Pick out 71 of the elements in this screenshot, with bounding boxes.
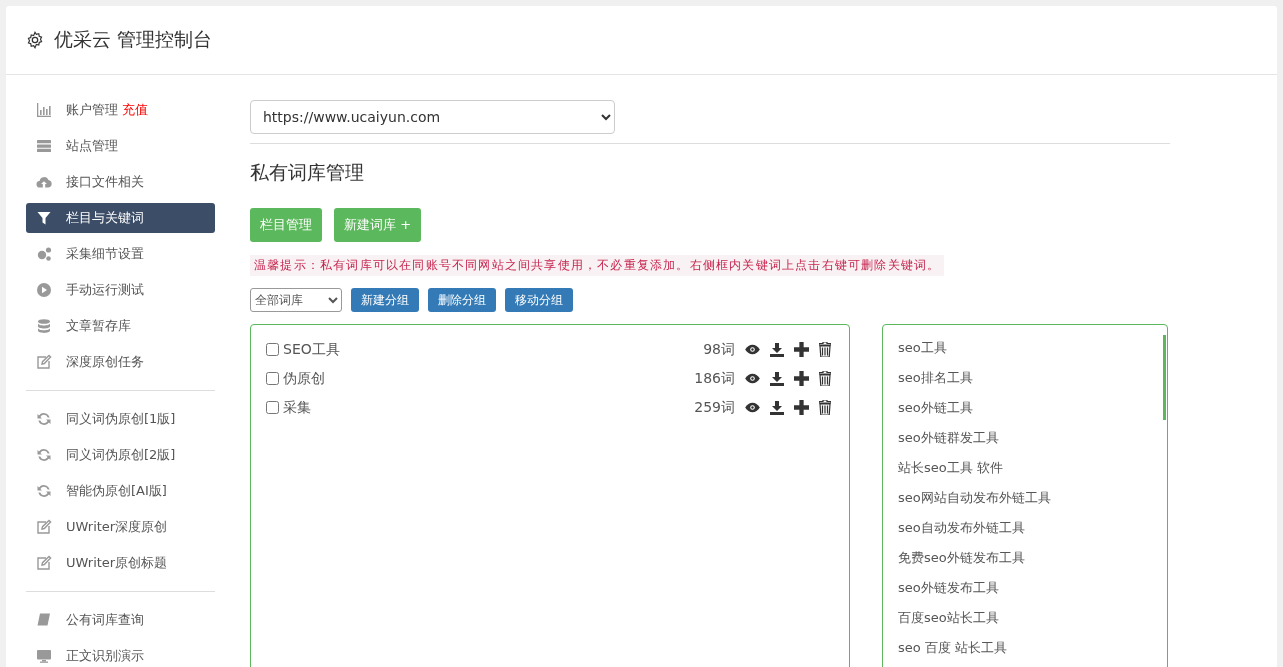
group-button[interactable]: 移动分组 — [505, 288, 573, 312]
add-icon[interactable] — [794, 371, 809, 386]
section-title: 私有词库管理 — [250, 160, 365, 185]
sidebar-item[interactable]: 公有词库查询 — [26, 605, 215, 635]
sidebar-item[interactable]: 智能伪原创[AI版] — [26, 476, 215, 506]
filter-icon — [36, 210, 52, 226]
sidebar-item[interactable]: 账户管理 充值 — [26, 95, 215, 125]
sidebar-item[interactable]: 栏目与关键词 — [26, 203, 215, 233]
group-select[interactable]: 全部词库 — [250, 288, 342, 312]
console-title: 优采云 管理控制台 — [54, 27, 213, 52]
hint-text: 温馨提示：私有词库可以在同账号不同网站之间共享使用，不必重复添加。右侧框内关键词上点击右键可删除关键词。 — [250, 255, 945, 276]
eye-icon[interactable] — [745, 402, 760, 413]
edit-icon — [36, 555, 52, 571]
monitor-icon — [36, 648, 52, 664]
settings-icon — [26, 31, 44, 49]
sidebar-item[interactable]: 采集细节设置 — [26, 239, 215, 269]
keyword-item[interactable]: seo工具 — [898, 333, 1157, 363]
group-button[interactable]: 新建分组 — [351, 288, 419, 312]
sidebar-item[interactable]: UWriter原创标题 — [26, 548, 215, 578]
download-icon[interactable] — [770, 371, 784, 386]
sidebar-item[interactable]: 深度原创任务 — [26, 347, 215, 377]
server-icon — [36, 138, 52, 154]
keyword-item[interactable]: 站长seo工具 软件 — [898, 453, 1157, 483]
keyword-item[interactable]: seo外链群发工具 — [898, 423, 1157, 453]
library-name: 采集 — [283, 398, 312, 417]
sidebar-item[interactable]: 站点管理 — [26, 131, 215, 161]
bar-chart-icon — [36, 102, 52, 118]
word-count: 98词 — [703, 340, 735, 359]
library-name: 伪原创 — [283, 369, 326, 388]
add-icon[interactable] — [794, 400, 809, 415]
add-icon[interactable] — [794, 342, 809, 357]
trash-icon[interactable] — [819, 400, 831, 415]
library-checkbox[interactable] — [266, 343, 279, 356]
download-icon[interactable] — [770, 342, 784, 357]
edit-icon — [36, 519, 52, 535]
edit-icon — [36, 354, 52, 370]
sidebar-item[interactable]: 正文识别演示 — [26, 641, 215, 667]
word-count: 186词 — [694, 369, 735, 388]
eye-icon[interactable] — [745, 373, 760, 384]
sidebar-item[interactable]: 接口文件相关 — [26, 167, 215, 197]
keyword-item[interactable]: seo自动发布外链工具 — [898, 513, 1157, 543]
sidebar-item[interactable]: 同义词伪原创[1版] — [26, 404, 215, 434]
sidebar-item[interactable]: 同义词伪原创[2版] — [26, 440, 215, 470]
trash-icon[interactable] — [819, 342, 831, 357]
sidebar-item[interactable]: 手动运行测试 — [26, 275, 215, 305]
sidebar-item[interactable]: UWriter深度原创 — [26, 512, 215, 542]
keyword-item[interactable]: 免费seo外链发布工具 — [898, 543, 1157, 573]
library-checkbox[interactable] — [266, 401, 279, 414]
refresh-icon — [36, 483, 52, 499]
group-button[interactable]: 删除分组 — [428, 288, 496, 312]
library-name: SEO工具 — [283, 340, 341, 359]
database-icon — [36, 318, 52, 334]
recharge-link[interactable]: 充值 — [122, 101, 148, 119]
keyword-item[interactable]: seo排名工具 — [898, 363, 1157, 393]
site-select[interactable]: https://www.ucaiyun.com — [250, 100, 615, 134]
refresh-icon — [36, 411, 52, 427]
refresh-icon — [36, 447, 52, 463]
play-icon — [36, 282, 52, 298]
trash-icon[interactable] — [819, 371, 831, 386]
scrollbar[interactable] — [1163, 335, 1166, 420]
sidebar-item[interactable]: 文章暂存库 — [26, 311, 215, 341]
cloud-upload-icon — [36, 174, 52, 190]
keyword-item[interactable]: 百度seo站长工具 — [898, 603, 1157, 633]
library-checkbox[interactable] — [266, 372, 279, 385]
keyword-item[interactable]: seo外链工具 — [898, 393, 1157, 423]
keyword-item[interactable]: seo外链发布工具 — [898, 573, 1157, 603]
eye-icon[interactable] — [745, 344, 760, 355]
word-count: 259词 — [694, 398, 735, 417]
download-icon[interactable] — [770, 400, 784, 415]
keyword-item[interactable]: seo网站自动发布外链工具 — [898, 483, 1157, 513]
keyword-item[interactable]: seo 百度 站长工具 — [898, 633, 1157, 663]
